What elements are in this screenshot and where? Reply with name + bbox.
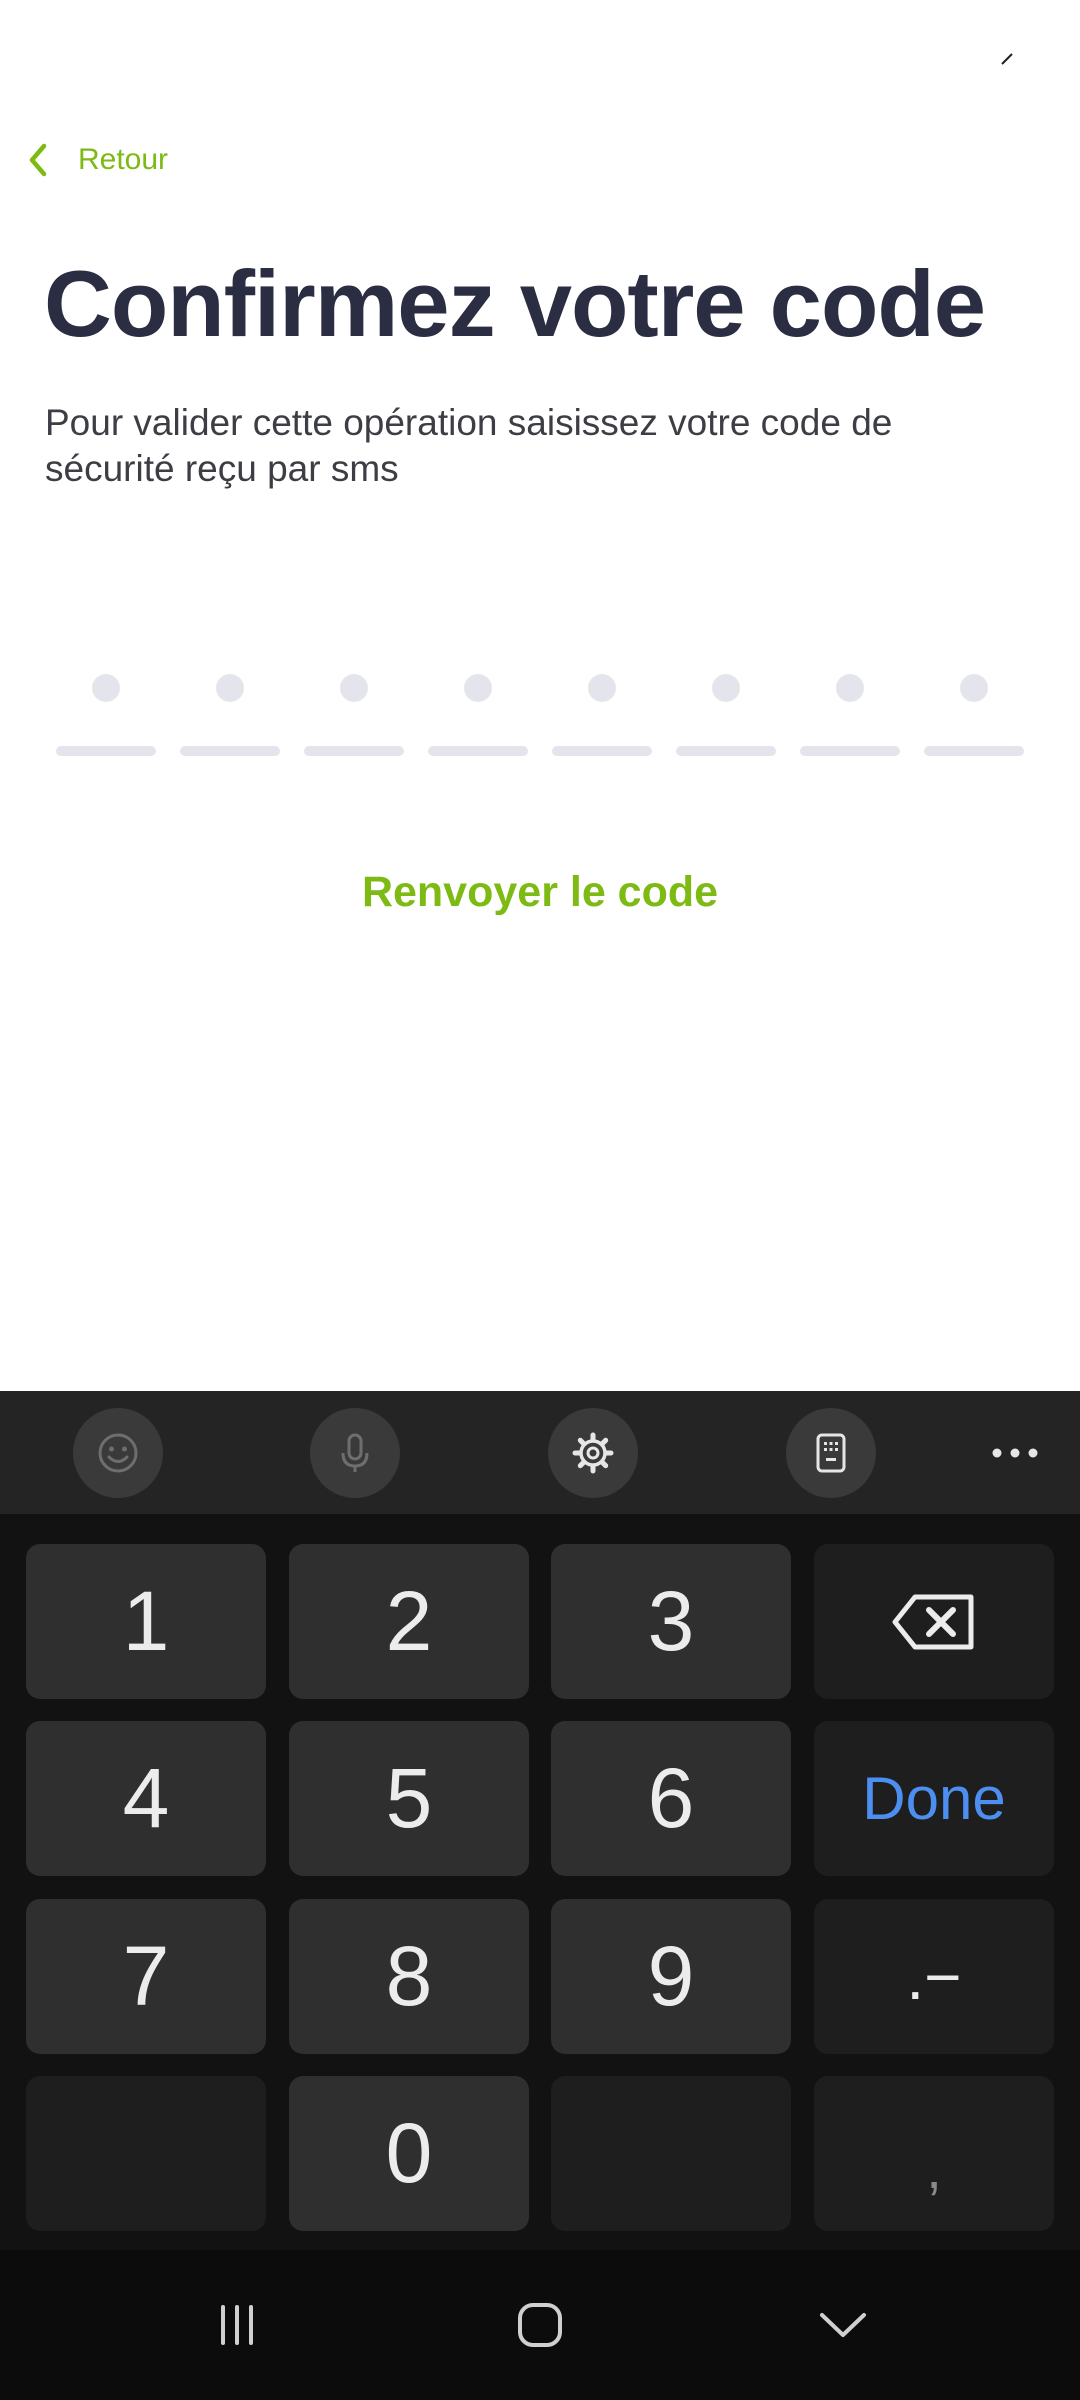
numeric-keyboard: 1 2 3 4 5 6 Done 7 8 9 .− 0 , (0, 1514, 1080, 2250)
code-digit-slot[interactable] (552, 660, 652, 760)
more-options-button[interactable] (970, 1421, 1060, 1485)
key-6[interactable]: 6 (551, 1721, 791, 1876)
code-digit-slot[interactable] (180, 660, 280, 760)
keyboard-layout-button[interactable] (786, 1408, 876, 1498)
gear-icon (572, 1432, 614, 1474)
code-input[interactable] (56, 660, 1024, 760)
hide-keyboard-icon (820, 2313, 866, 2337)
code-digit-slot[interactable] (800, 660, 900, 760)
page-title: Confirmez votre code (44, 251, 986, 356)
code-digit-slot[interactable] (428, 660, 528, 760)
microphone-icon (341, 1433, 369, 1472)
keyboard-layout-icon (816, 1433, 846, 1473)
code-digit-dot (960, 674, 988, 702)
code-digit-underline (676, 746, 776, 756)
home-icon (518, 2303, 562, 2347)
key-1[interactable]: 1 (26, 1544, 266, 1699)
code-digit-dot (836, 674, 864, 702)
key-8[interactable]: 8 (289, 1899, 529, 2054)
comma-key[interactable]: , (814, 2076, 1054, 2231)
code-digit-dot (464, 674, 492, 702)
code-digit-underline (56, 746, 156, 756)
resend-code-link[interactable]: Renvoyer le code (0, 868, 1080, 917)
key-5[interactable]: 5 (289, 1721, 529, 1876)
key-7[interactable]: 7 (26, 1899, 266, 2054)
code-digit-slot[interactable] (56, 660, 156, 760)
key-9[interactable]: 9 (551, 1899, 791, 2054)
code-digit-slot[interactable] (924, 660, 1024, 760)
backspace-key[interactable] (814, 1544, 1054, 1699)
signal-icon (1001, 53, 1013, 65)
key-4[interactable]: 4 (26, 1721, 266, 1876)
back-label: Retour (78, 143, 169, 176)
key-3[interactable]: 3 (551, 1544, 791, 1699)
key-0[interactable]: 0 (289, 2076, 529, 2231)
code-digit-dot (588, 674, 616, 702)
code-digit-underline (180, 746, 280, 756)
code-digit-slot[interactable] (304, 660, 404, 760)
home-button[interactable] (480, 2280, 600, 2370)
code-digit-underline (924, 746, 1024, 756)
blank-key (26, 2076, 266, 2231)
emoji-button[interactable] (73, 1408, 163, 1498)
key-2[interactable]: 2 (289, 1544, 529, 1699)
code-digit-underline (552, 746, 652, 756)
blank-key (551, 2076, 791, 2231)
back-button[interactable]: Retour (24, 132, 168, 188)
recent-apps-button[interactable] (177, 2280, 297, 2370)
symbols-key[interactable]: .− (814, 1899, 1054, 2054)
chevron-left-icon (29, 143, 47, 177)
status-bar (0, 0, 1080, 120)
code-digit-underline (304, 746, 404, 756)
keyboard-settings-button[interactable] (548, 1408, 638, 1498)
code-digit-dot (340, 674, 368, 702)
recent-apps-icon (221, 2305, 253, 2345)
code-digit-slot[interactable] (676, 660, 776, 760)
backspace-icon (892, 1594, 974, 1649)
more-icon (992, 1448, 1038, 1458)
code-digit-dot (216, 674, 244, 702)
code-digit-dot (92, 674, 120, 702)
hide-keyboard-button[interactable] (783, 2280, 903, 2370)
keyboard-toolbar (0, 1391, 1080, 1514)
voice-input-button[interactable] (310, 1408, 400, 1498)
page-subtitle: Pour valider cette opération saisissez v… (45, 402, 893, 489)
done-key[interactable]: Done (814, 1721, 1054, 1876)
code-digit-underline (428, 746, 528, 756)
navigation-bar (0, 2250, 1080, 2400)
code-digit-underline (800, 746, 900, 756)
emoji-icon (98, 1433, 138, 1473)
code-digit-dot (712, 674, 740, 702)
